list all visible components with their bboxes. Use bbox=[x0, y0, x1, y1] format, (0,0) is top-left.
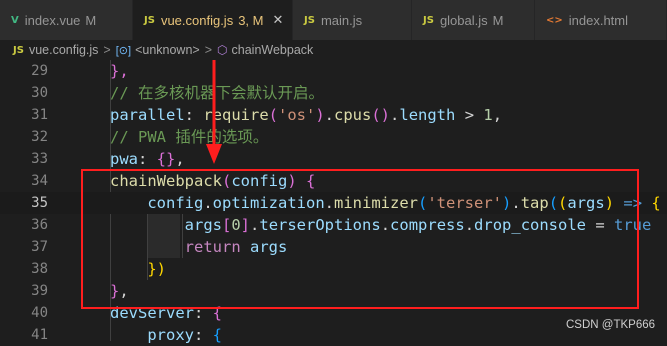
js-file-icon: JS bbox=[144, 14, 155, 26]
tab-index-html[interactable]: <> index.html bbox=[535, 0, 667, 40]
tab-label: global.js bbox=[439, 12, 488, 28]
line-number: 37 bbox=[31, 239, 48, 255]
js-file-icon: JS bbox=[13, 44, 24, 56]
tab-modified-status: M bbox=[492, 12, 504, 28]
code-text: pwa: {}, bbox=[110, 150, 185, 168]
breadcrumb-method[interactable]: chainWebpack bbox=[232, 43, 314, 57]
html-file-icon: <> bbox=[546, 14, 563, 26]
code-text: parallel: require('os').cpus().length > … bbox=[110, 106, 503, 124]
line-number: 33 bbox=[31, 151, 48, 167]
tab-index-vue[interactable]: V index.vue M bbox=[0, 0, 133, 40]
line-number: 30 bbox=[31, 85, 48, 101]
code-line[interactable]: 33 pwa: {}, bbox=[0, 148, 667, 170]
annotation-arrow bbox=[206, 60, 222, 164]
line-number: 34 bbox=[31, 173, 48, 189]
code-text: // PWA 插件的选项。 bbox=[110, 128, 269, 146]
code-line[interactable]: 32 // PWA 插件的选项。 bbox=[0, 126, 667, 148]
line-number: 41 bbox=[31, 327, 48, 343]
code-line[interactable]: 31 parallel: require('os').cpus().length … bbox=[0, 104, 667, 126]
tab-main-js[interactable]: JS main.js bbox=[293, 0, 412, 40]
js-file-icon: JS bbox=[423, 14, 434, 26]
highlight-box bbox=[81, 169, 639, 309]
line-number: 31 bbox=[31, 107, 48, 123]
tab-vue-config-js[interactable]: JS vue.config.js 3, M ✕ bbox=[133, 0, 293, 40]
tab-label: main.js bbox=[320, 12, 363, 28]
tab-modified-status: M bbox=[85, 12, 97, 28]
vue-file-icon: V bbox=[11, 14, 19, 26]
line-number: 35 bbox=[31, 195, 48, 211]
breadcrumb: JS vue.config.js > [⊙] <unknown> > ⬡ cha… bbox=[0, 40, 667, 60]
line-number: 38 bbox=[31, 261, 48, 277]
close-icon[interactable]: ✕ bbox=[273, 13, 284, 28]
watermark: CSDN @TKP666 bbox=[566, 319, 656, 331]
breadcrumb-symbol[interactable]: <unknown> bbox=[135, 43, 200, 57]
line-number: 40 bbox=[31, 305, 48, 321]
line-number: 29 bbox=[31, 63, 48, 79]
tab-label: index.vue bbox=[24, 12, 81, 28]
tab-label: vue.config.js bbox=[160, 12, 234, 28]
js-file-icon: JS bbox=[304, 14, 315, 26]
tab-global-js[interactable]: JS global.js M bbox=[412, 0, 535, 40]
tab-label: index.html bbox=[568, 12, 629, 28]
tab-modified-status: 3, M bbox=[238, 12, 264, 28]
line-number: 39 bbox=[31, 283, 48, 299]
code-line[interactable]: 30// 在多核机器下会默认开启。 bbox=[0, 82, 667, 104]
line-number: 32 bbox=[31, 129, 48, 145]
code-text: proxy: { bbox=[147, 326, 223, 344]
tab-bar: V index.vue M JS vue.config.js 3, M ✕ JS… bbox=[0, 0, 667, 40]
breadcrumb-separator: > bbox=[103, 43, 111, 57]
code-text: }, bbox=[110, 62, 129, 80]
line-number: 36 bbox=[31, 217, 48, 233]
code-line[interactable]: 29}, bbox=[0, 60, 667, 82]
method-icon: ⬡ bbox=[217, 43, 228, 57]
symbol-icon: [⊙] bbox=[115, 44, 132, 57]
breadcrumb-separator: > bbox=[204, 43, 213, 57]
breadcrumb-file[interactable]: vue.config.js bbox=[29, 43, 98, 57]
